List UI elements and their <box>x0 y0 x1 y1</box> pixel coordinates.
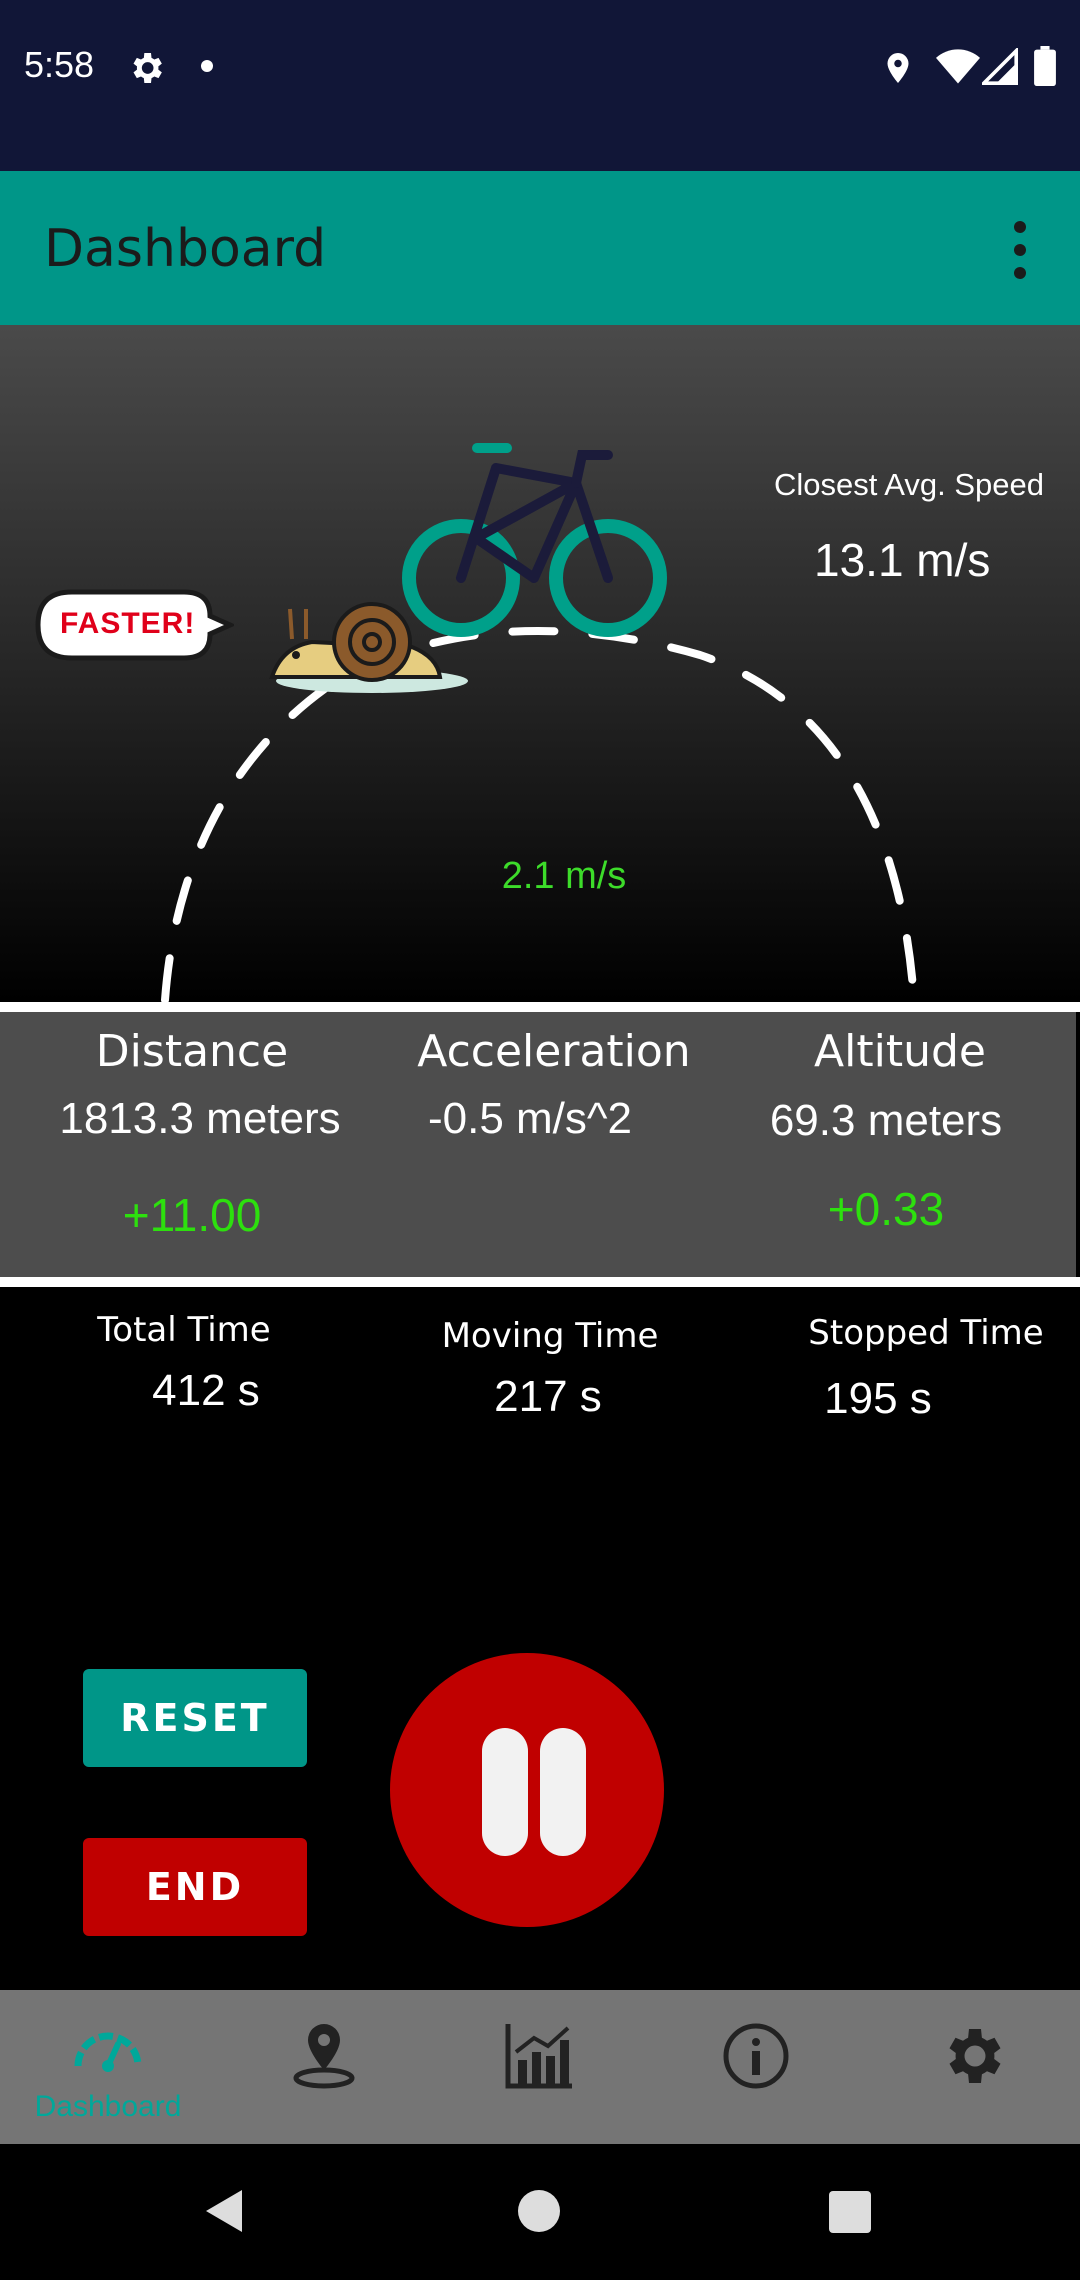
acceleration-value: -0.5 m/s^2 <box>427 1094 633 1143</box>
map-pin-icon <box>293 2024 355 2089</box>
nav-item-stats[interactable] <box>432 1990 648 2144</box>
distance-delta: +11.00 <box>122 1189 262 1241</box>
closest-avg-speed-value: 13.1 m/s <box>814 534 991 586</box>
faster-text: FASTER! <box>60 607 196 640</box>
current-speed-value: 2.1 m/s <box>501 855 627 897</box>
pause-icon <box>482 1728 528 1856</box>
stopped-time-value: 195 s <box>824 1374 932 1423</box>
battery-icon <box>1034 46 1056 86</box>
more-vert-icon[interactable] <box>1000 215 1040 285</box>
pause-icon-bar <box>540 1728 586 1856</box>
total-time-value: 412 s <box>152 1366 260 1415</box>
settings-icon <box>133 53 162 83</box>
moving-time-value: 217 s <box>494 1372 602 1421</box>
stats-panel: Distance 1813.3 meters +11.00 Accelerati… <box>0 1012 1076 1277</box>
speed-arc-gauge <box>161 627 918 1002</box>
recents-icon[interactable] <box>829 2191 871 2233</box>
status-bar: 5:58 <box>0 0 1080 171</box>
notification-dot-icon <box>201 60 213 72</box>
reset-button[interactable]: RESET <box>83 1669 307 1767</box>
signal-icon <box>982 48 1018 85</box>
wifi-icon <box>936 49 980 84</box>
home-icon[interactable] <box>518 2190 560 2232</box>
pause-button[interactable] <box>390 1653 664 1927</box>
location-icon <box>887 53 909 83</box>
altitude-delta: +0.33 <box>827 1183 945 1235</box>
info-icon <box>723 2023 789 2089</box>
bottom-navigation: Dashboard <box>0 1990 1080 2144</box>
gear-icon <box>949 2029 1001 2083</box>
nav-label-dashboard: Dashboard <box>34 2090 182 2123</box>
altitude-title: Altitude <box>814 1026 986 1077</box>
acceleration-title: Acceleration <box>417 1026 691 1077</box>
speedometer-icon <box>74 2032 142 2072</box>
app-bar: Dashboard <box>0 171 1080 325</box>
speed-panel: FASTER! Closest Avg. Speed 13.1 m/s 2.1 … <box>0 325 1080 1002</box>
total-time-label: Total Time <box>97 1310 271 1350</box>
end-button[interactable]: END <box>83 1838 307 1936</box>
distance-value: 1813.3 meters <box>59 1094 341 1143</box>
chart-icon <box>505 2024 572 2089</box>
status-time: 5:58 <box>24 44 95 85</box>
system-navigation-bar <box>0 2144 1080 2280</box>
moving-time-label: Moving Time <box>441 1316 659 1356</box>
nav-item-info[interactable] <box>648 1990 864 2144</box>
stopped-time-label: Stopped Time <box>808 1313 1044 1353</box>
bottom-divider <box>0 1277 1080 1287</box>
closest-avg-speed-label: Closest Avg. Speed <box>774 467 1044 502</box>
snail-icon <box>269 602 468 693</box>
nav-item-settings[interactable] <box>864 1990 1080 2144</box>
distance-title: Distance <box>95 1026 289 1077</box>
nav-item-dashboard[interactable]: Dashboard <box>0 1990 216 2144</box>
back-icon[interactable] <box>204 2188 244 2234</box>
nav-item-map[interactable] <box>216 1990 432 2144</box>
page-title: Dashboard <box>44 219 327 279</box>
top-divider <box>0 1002 1080 1012</box>
altitude-value: 69.3 meters <box>769 1096 1003 1145</box>
